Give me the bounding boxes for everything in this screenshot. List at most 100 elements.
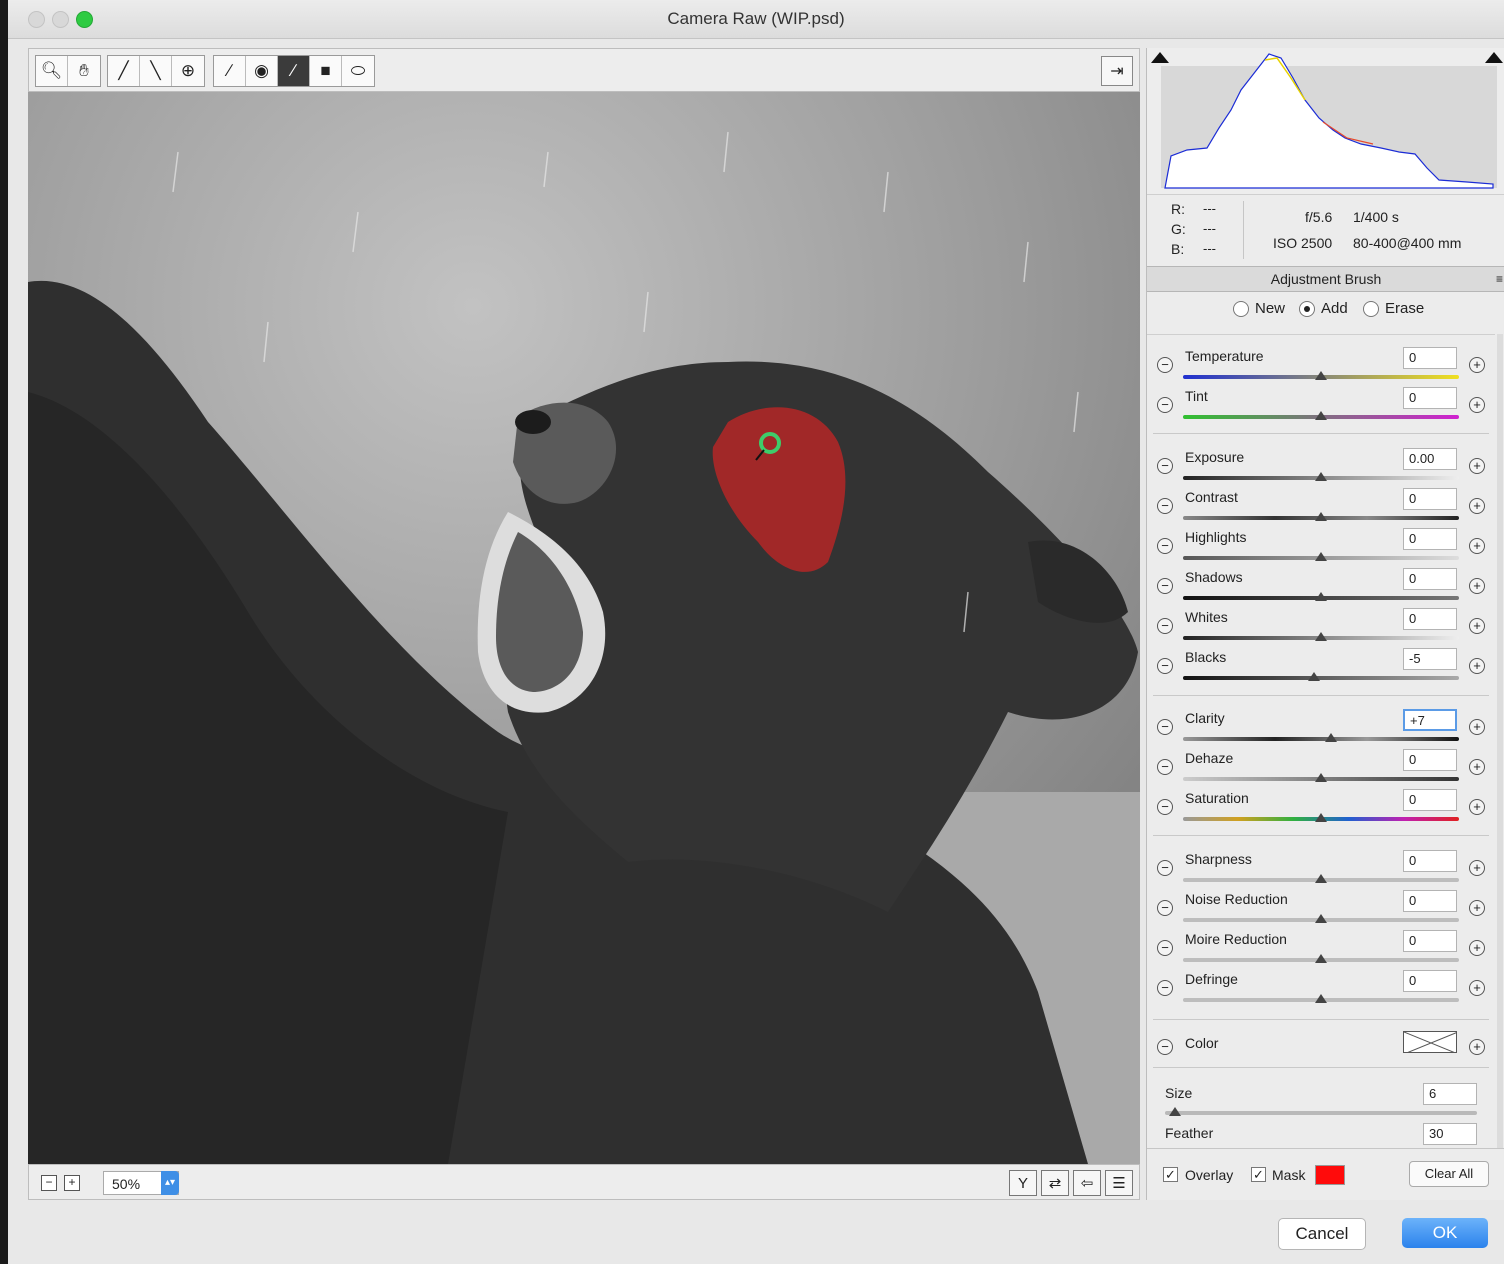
exposure-plus-icon[interactable]: + bbox=[1469, 458, 1485, 474]
whites-minus-icon[interactable]: − bbox=[1157, 618, 1173, 634]
highlights-plus-icon[interactable]: + bbox=[1469, 538, 1485, 554]
color-minus-icon[interactable]: − bbox=[1157, 1039, 1173, 1055]
blacks-plus-icon[interactable]: + bbox=[1469, 658, 1485, 674]
shadows-plus-icon[interactable]: + bbox=[1469, 578, 1485, 594]
dehaze-minus-icon[interactable]: − bbox=[1157, 759, 1173, 775]
contrast-input[interactable]: 0 bbox=[1403, 488, 1457, 510]
moire-reduction-thumb[interactable] bbox=[1315, 954, 1327, 963]
zoom-in-button[interactable]: + bbox=[64, 1175, 80, 1191]
shadows-input[interactable]: 0 bbox=[1403, 568, 1457, 590]
highlight-clipping-icon[interactable] bbox=[1485, 52, 1503, 63]
tint-plus-icon[interactable]: + bbox=[1469, 397, 1485, 413]
adjustment-brush-icon[interactable]: ∕ bbox=[278, 56, 310, 86]
shadow-clipping-icon[interactable] bbox=[1151, 52, 1169, 63]
open-in-photoshop-icon[interactable]: ⇥ bbox=[1101, 56, 1133, 86]
targeted-adjustment-icon[interactable]: ⊕ bbox=[172, 56, 204, 86]
size-track[interactable] bbox=[1165, 1111, 1477, 1115]
noise-reduction-plus-icon[interactable]: + bbox=[1469, 900, 1485, 916]
clarity-minus-icon[interactable]: − bbox=[1157, 719, 1173, 735]
defringe-minus-icon[interactable]: − bbox=[1157, 980, 1173, 996]
mask-checkbox[interactable]: ✓ bbox=[1251, 1167, 1266, 1182]
mode-add[interactable]: Add bbox=[1299, 300, 1348, 317]
swap-settings-icon[interactable]: ⇄ bbox=[1041, 1170, 1069, 1196]
contrast-minus-icon[interactable]: − bbox=[1157, 498, 1173, 514]
sharpness-plus-icon[interactable]: + bbox=[1469, 860, 1485, 876]
blacks-minus-icon[interactable]: − bbox=[1157, 658, 1173, 674]
graduated-filter-icon[interactable]: ■ bbox=[310, 56, 342, 86]
moire-reduction-minus-icon[interactable]: − bbox=[1157, 940, 1173, 956]
red-eye-icon[interactable]: ◉ bbox=[246, 56, 278, 86]
moire-reduction-input[interactable]: 0 bbox=[1403, 930, 1457, 952]
size-thumb[interactable] bbox=[1169, 1107, 1181, 1116]
moire-reduction-plus-icon[interactable]: + bbox=[1469, 940, 1485, 956]
temperature-plus-icon[interactable]: + bbox=[1469, 357, 1485, 373]
preview-preferences-icon[interactable]: ☰ bbox=[1105, 1170, 1133, 1196]
zoom-icon[interactable]: 🔍︎ bbox=[36, 56, 68, 86]
zoom-out-button[interactable]: − bbox=[41, 1175, 57, 1191]
sharpness-thumb[interactable] bbox=[1315, 874, 1327, 883]
dehaze-plus-icon[interactable]: + bbox=[1469, 759, 1485, 775]
noise-reduction-minus-icon[interactable]: − bbox=[1157, 900, 1173, 916]
color-swatch[interactable] bbox=[1403, 1031, 1457, 1053]
color-plus-icon[interactable]: + bbox=[1469, 1039, 1485, 1055]
highlights-input[interactable]: 0 bbox=[1403, 528, 1457, 550]
saturation-plus-icon[interactable]: + bbox=[1469, 799, 1485, 815]
temperature-thumb[interactable] bbox=[1315, 371, 1327, 380]
defringe-thumb[interactable] bbox=[1315, 994, 1327, 1003]
tint-input[interactable]: 0 bbox=[1403, 387, 1457, 409]
radio-new[interactable] bbox=[1233, 300, 1249, 317]
blacks-input[interactable]: -5 bbox=[1403, 648, 1457, 670]
overlay-checkbox[interactable]: ✓ bbox=[1163, 1167, 1178, 1182]
mode-erase[interactable]: Erase bbox=[1363, 300, 1424, 317]
clarity-thumb[interactable] bbox=[1324, 733, 1337, 742]
color-sampler-icon[interactable]: ╲ bbox=[140, 56, 172, 86]
contrast-thumb[interactable] bbox=[1315, 512, 1327, 521]
blacks-track[interactable] bbox=[1183, 676, 1459, 680]
clarity-track[interactable] bbox=[1183, 737, 1459, 741]
exposure-minus-icon[interactable]: − bbox=[1157, 458, 1173, 474]
exposure-input[interactable]: 0.00 bbox=[1403, 448, 1457, 470]
whites-plus-icon[interactable]: + bbox=[1469, 618, 1485, 634]
image-preview[interactable] bbox=[28, 92, 1140, 1164]
highlights-thumb[interactable] bbox=[1315, 552, 1327, 561]
white-balance-icon[interactable]: ╱ bbox=[108, 56, 140, 86]
size-input[interactable]: 6 bbox=[1423, 1083, 1477, 1105]
noise-reduction-input[interactable]: 0 bbox=[1403, 890, 1457, 912]
clear-all-button[interactable]: Clear All bbox=[1409, 1161, 1489, 1187]
panel-menu-icon[interactable]: ≡ bbox=[1496, 267, 1503, 291]
temperature-input[interactable]: 0 bbox=[1403, 347, 1457, 369]
shadows-thumb[interactable] bbox=[1315, 592, 1327, 601]
view-mode-icon[interactable]: Y bbox=[1009, 1170, 1037, 1196]
feather-input[interactable]: 30 bbox=[1423, 1123, 1477, 1145]
blacks-thumb[interactable] bbox=[1308, 672, 1321, 681]
zoom-dropdown-icon[interactable]: ▴▾ bbox=[161, 1171, 179, 1195]
ok-button[interactable]: OK bbox=[1402, 1218, 1488, 1248]
whites-thumb[interactable] bbox=[1315, 632, 1327, 641]
saturation-input[interactable]: 0 bbox=[1403, 789, 1457, 811]
dehaze-thumb[interactable] bbox=[1315, 773, 1327, 782]
radio-erase[interactable] bbox=[1363, 300, 1379, 317]
hand-icon[interactable]: ✋︎ bbox=[68, 56, 100, 86]
clarity-plus-icon[interactable]: + bbox=[1469, 719, 1485, 735]
cancel-button[interactable]: Cancel bbox=[1278, 1218, 1366, 1250]
defringe-plus-icon[interactable]: + bbox=[1469, 980, 1485, 996]
defringe-input[interactable]: 0 bbox=[1403, 970, 1457, 992]
radial-filter-icon[interactable]: ⬭ bbox=[342, 56, 374, 86]
panel-scrollbar[interactable] bbox=[1497, 334, 1503, 1148]
saturation-thumb[interactable] bbox=[1315, 813, 1327, 822]
shadows-minus-icon[interactable]: − bbox=[1157, 578, 1173, 594]
highlights-minus-icon[interactable]: − bbox=[1157, 538, 1173, 554]
mode-new[interactable]: New bbox=[1233, 300, 1285, 317]
sharpness-minus-icon[interactable]: − bbox=[1157, 860, 1173, 876]
exposure-thumb[interactable] bbox=[1315, 472, 1327, 481]
noise-reduction-thumb[interactable] bbox=[1315, 914, 1327, 923]
clarity-input[interactable]: +7 bbox=[1403, 709, 1457, 731]
mask-color-swatch[interactable] bbox=[1315, 1165, 1345, 1185]
sharpness-input[interactable]: 0 bbox=[1403, 850, 1457, 872]
whites-input[interactable]: 0 bbox=[1403, 608, 1457, 630]
tint-minus-icon[interactable]: − bbox=[1157, 397, 1173, 413]
radio-add[interactable] bbox=[1299, 300, 1315, 317]
straighten-icon[interactable]: ∕ bbox=[214, 56, 246, 86]
tint-thumb[interactable] bbox=[1315, 411, 1327, 420]
temperature-minus-icon[interactable]: − bbox=[1157, 357, 1173, 373]
